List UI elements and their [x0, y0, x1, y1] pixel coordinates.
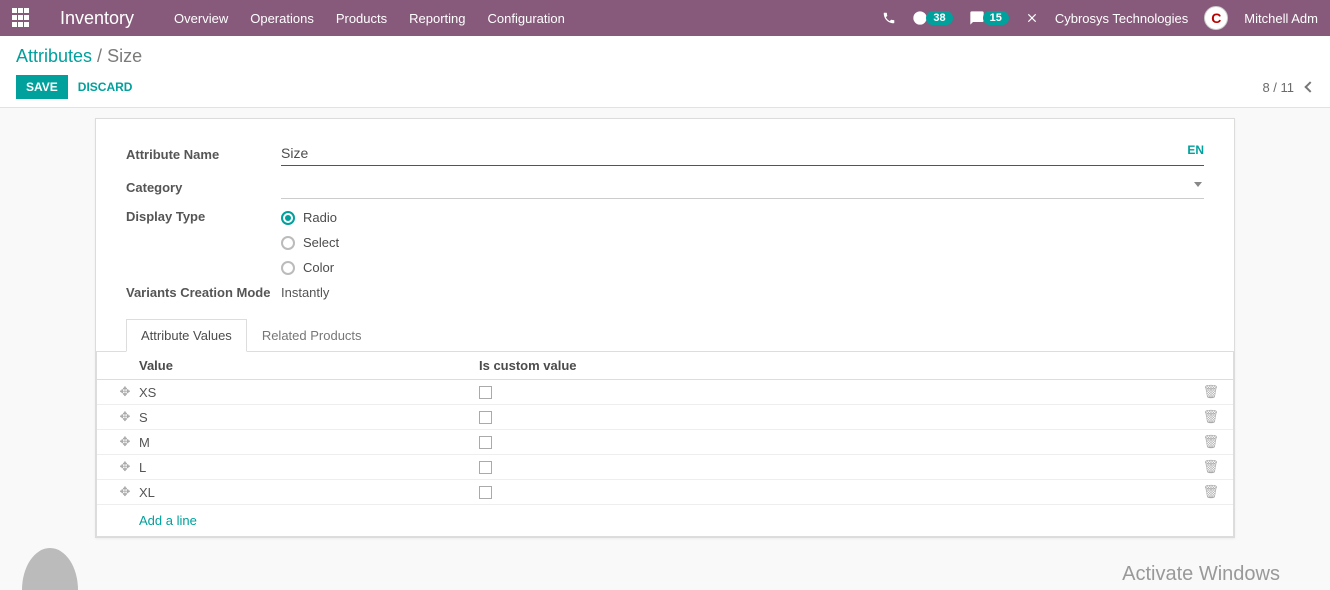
- custom-checkbox[interactable]: [479, 486, 492, 499]
- discard-button[interactable]: Discard: [68, 75, 143, 99]
- radio-icon: [281, 236, 295, 250]
- col-header-value: Value: [139, 358, 479, 373]
- activities-badge: 38: [926, 11, 952, 25]
- custom-checkbox[interactable]: [479, 436, 492, 449]
- variants-mode-value: Instantly: [281, 285, 329, 300]
- trash-icon[interactable]: 🗑: [1189, 434, 1219, 450]
- add-line-button[interactable]: Add a line: [139, 513, 197, 528]
- table-row[interactable]: ✥ L 🗑: [97, 455, 1233, 480]
- tab-related-products[interactable]: Related Products: [247, 319, 377, 352]
- col-header-custom: Is custom value: [479, 358, 1189, 373]
- lang-button[interactable]: EN: [1187, 143, 1204, 157]
- app-title[interactable]: Inventory: [60, 8, 134, 29]
- top-nav: Inventory Overview Operations Products R…: [0, 0, 1330, 36]
- save-button[interactable]: Save: [16, 75, 68, 99]
- messages-badge: 15: [983, 11, 1009, 25]
- phone-icon[interactable]: [882, 11, 896, 25]
- form-sheet: Attribute Name EN Category Display Type …: [95, 118, 1235, 538]
- table-row[interactable]: ✥ XS 🗑: [97, 380, 1233, 405]
- user-name[interactable]: Mitchell Adm: [1244, 11, 1318, 26]
- company-name[interactable]: Cybrosys Technologies: [1055, 11, 1188, 26]
- display-type-color-option[interactable]: Color: [281, 260, 339, 275]
- custom-checkbox[interactable]: [479, 386, 492, 399]
- chat-bubble-icon[interactable]: [22, 548, 78, 590]
- display-type-radio-option[interactable]: Radio: [281, 210, 339, 225]
- trash-icon[interactable]: 🗑: [1189, 409, 1219, 425]
- close-icon[interactable]: [1025, 11, 1039, 25]
- attribute-name-input[interactable]: [281, 143, 1204, 166]
- drag-handle-icon[interactable]: ✥: [111, 459, 139, 475]
- main-menu: Overview Operations Products Reporting C…: [174, 11, 565, 26]
- display-type-select-option[interactable]: Select: [281, 235, 339, 250]
- chevron-down-icon[interactable]: [1194, 182, 1202, 187]
- trash-icon[interactable]: 🗑: [1189, 384, 1219, 400]
- menu-configuration[interactable]: Configuration: [488, 11, 565, 26]
- pager-text: 8 / 11: [1262, 80, 1294, 95]
- breadcrumb: Attributes / Size: [16, 46, 1314, 67]
- activities-button[interactable]: 38: [912, 10, 952, 26]
- radio-icon-selected: [281, 211, 295, 225]
- breadcrumb-root[interactable]: Attributes: [16, 46, 92, 66]
- pager: 8 / 11: [1262, 80, 1314, 95]
- trash-icon[interactable]: 🗑: [1189, 484, 1219, 500]
- watermark: Activate Windows: [1122, 563, 1280, 586]
- messages-button[interactable]: 15: [969, 10, 1009, 26]
- drag-handle-icon[interactable]: ✥: [111, 384, 139, 400]
- trash-icon[interactable]: 🗑: [1189, 459, 1219, 475]
- table-row[interactable]: ✥ S 🗑: [97, 405, 1233, 430]
- right-nav: 38 15 Cybrosys Technologies C Mitchell A…: [882, 6, 1318, 30]
- menu-products[interactable]: Products: [336, 11, 387, 26]
- drag-handle-icon[interactable]: ✥: [111, 434, 139, 450]
- avatar[interactable]: C: [1204, 6, 1228, 30]
- apps-icon[interactable]: [12, 8, 32, 28]
- menu-operations[interactable]: Operations: [250, 11, 314, 26]
- menu-reporting[interactable]: Reporting: [409, 11, 465, 26]
- table-row[interactable]: ✥ XL 🗑: [97, 480, 1233, 505]
- table-row[interactable]: ✥ M 🗑: [97, 430, 1233, 455]
- control-panel: Attributes / Size Save Discard 8 / 11: [0, 36, 1330, 108]
- pager-prev-icon[interactable]: [1304, 81, 1315, 92]
- variants-mode-label: Variants Creation Mode: [126, 285, 281, 300]
- category-label: Category: [126, 180, 281, 195]
- attribute-name-label: Attribute Name: [126, 147, 281, 162]
- custom-checkbox[interactable]: [479, 461, 492, 474]
- values-table: Value Is custom value ✥ XS 🗑 ✥ S 🗑 ✥ M: [96, 351, 1234, 537]
- custom-checkbox[interactable]: [479, 411, 492, 424]
- radio-icon: [281, 261, 295, 275]
- display-type-label: Display Type: [126, 209, 281, 224]
- drag-handle-icon[interactable]: ✥: [111, 409, 139, 425]
- drag-handle-icon[interactable]: ✥: [111, 484, 139, 500]
- menu-overview[interactable]: Overview: [174, 11, 228, 26]
- breadcrumb-current: Size: [107, 46, 142, 66]
- tabs: Attribute Values Related Products: [126, 319, 1204, 352]
- category-input[interactable]: [281, 176, 1204, 199]
- tab-attribute-values[interactable]: Attribute Values: [126, 319, 247, 352]
